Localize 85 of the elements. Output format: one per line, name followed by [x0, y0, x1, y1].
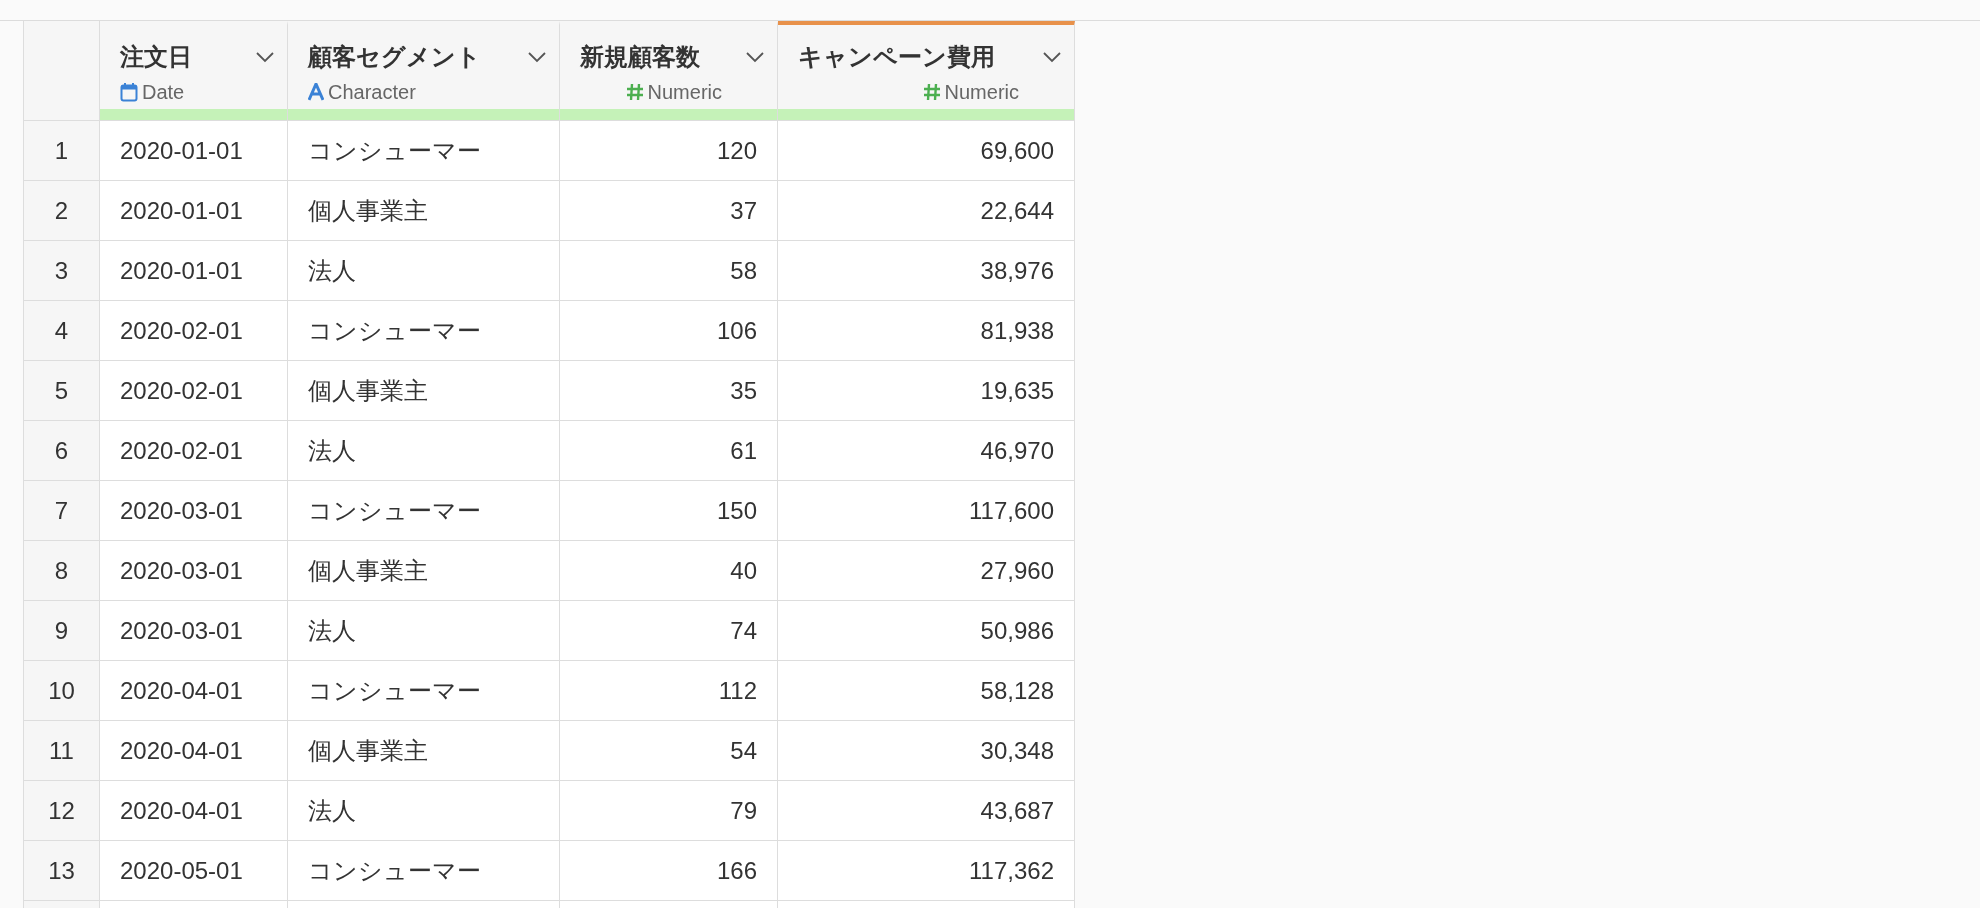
- table-cell: 法人: [288, 601, 560, 661]
- table-cell: 2020-03-01: [100, 601, 288, 661]
- calendar-icon: [120, 82, 138, 102]
- table-cell: 2020-04-01: [100, 661, 288, 721]
- row-number: 6: [23, 421, 100, 481]
- table-cell: 個人事業主: [288, 721, 560, 781]
- table-cell: 50,986: [778, 601, 1075, 661]
- column-type: Numeric: [944, 80, 1019, 104]
- table-cell: 2020-02-01: [100, 361, 288, 421]
- column-name: 注文日: [120, 42, 192, 72]
- table-cell: 117,600: [778, 481, 1075, 541]
- table-cell: 58: [560, 241, 778, 301]
- table-cell: 2020-01-01: [100, 241, 288, 301]
- table-cell: 2020-04-01: [100, 781, 288, 841]
- table-cell: 個人事業主: [288, 181, 560, 241]
- table-cell: 46,970: [778, 421, 1075, 481]
- column-type: Numeric: [647, 80, 722, 104]
- table-cell: 150: [560, 481, 778, 541]
- table-cell: 2020-04-01: [100, 721, 288, 781]
- row-number: 13: [23, 841, 100, 901]
- table-cell: 38,976: [778, 241, 1075, 301]
- table-cell: 法人: [288, 241, 560, 301]
- table-cell: 120: [560, 121, 778, 181]
- chevron-down-icon[interactable]: [1042, 51, 1062, 63]
- table-cell: コンシューマー: [288, 661, 560, 721]
- row-number: 7: [23, 481, 100, 541]
- row-number: 8: [23, 541, 100, 601]
- table-cell: 2020-02-01: [100, 421, 288, 481]
- letter-a-icon: [308, 83, 324, 101]
- chevron-down-icon[interactable]: [255, 51, 275, 63]
- table-cell: 法人: [288, 781, 560, 841]
- table-cell: 2020-01-01: [100, 181, 288, 241]
- table-cell: 22,644: [778, 181, 1075, 241]
- table-cell: 43,687: [778, 781, 1075, 841]
- table-cell: 27,960: [778, 541, 1075, 601]
- table-cell: コンシューマー: [288, 481, 560, 541]
- table-cell: 個人事業主: [288, 541, 560, 601]
- hash-icon: [922, 83, 941, 101]
- table-cell: コンシューマー: [288, 301, 560, 361]
- table-cell: 61: [560, 421, 778, 481]
- table-cell: 37: [560, 181, 778, 241]
- chevron-down-icon[interactable]: [745, 51, 765, 63]
- row-number: 9: [23, 601, 100, 661]
- column-name: 新規顧客数: [580, 42, 700, 72]
- table-cell: コンシューマー: [288, 841, 560, 901]
- table-cell: 112: [560, 661, 778, 721]
- column-name: 顧客セグメント: [308, 42, 481, 72]
- table-cell: コンシューマー: [288, 121, 560, 181]
- chevron-down-icon[interactable]: [527, 51, 547, 63]
- table-cell: 35: [560, 361, 778, 421]
- column-header[interactable]: キャンペーン費用 Numeric: [778, 21, 1075, 121]
- row-number: 1: [23, 121, 100, 181]
- table-cell: 117,362: [778, 841, 1075, 901]
- column-header[interactable]: 注文日 Date: [100, 21, 288, 121]
- table-cell: 2020-05-01: [100, 841, 288, 901]
- column-type: Date: [142, 80, 185, 104]
- row-number: 2: [23, 181, 100, 241]
- table-cell: 79: [560, 781, 778, 841]
- table-cell: 2020-03-01: [100, 481, 288, 541]
- row-number: 3: [23, 241, 100, 301]
- row-number: 4: [23, 301, 100, 361]
- column-header[interactable]: 顧客セグメント Character: [288, 21, 560, 121]
- table-cell: 19,635: [778, 361, 1075, 421]
- column-name: キャンペーン費用: [798, 42, 995, 72]
- table-cell: 54: [560, 721, 778, 781]
- table-cell: 58,128: [778, 661, 1075, 721]
- table-cell: 74: [560, 601, 778, 661]
- table-cell: 2020-02-01: [100, 301, 288, 361]
- table-cell: 106: [560, 301, 778, 361]
- table-cell: 2020-01-01: [100, 121, 288, 181]
- column-type: Character: [328, 80, 416, 104]
- row-number: 10: [23, 661, 100, 721]
- table-cell: 法人: [288, 421, 560, 481]
- table-cell: 2020-03-01: [100, 541, 288, 601]
- row-number: 5: [23, 361, 100, 421]
- row-number: 12: [23, 781, 100, 841]
- table-cell: 81,938: [778, 301, 1075, 361]
- table-cell: 個人事業主: [288, 361, 560, 421]
- table-cell: 69,600: [778, 121, 1075, 181]
- table-cell: 30,348: [778, 721, 1075, 781]
- hash-icon: [625, 83, 644, 101]
- table-cell: 40: [560, 541, 778, 601]
- row-number: 11: [23, 721, 100, 781]
- column-header[interactable]: 新規顧客数 Numeric: [560, 21, 778, 121]
- table-cell: 166: [560, 841, 778, 901]
